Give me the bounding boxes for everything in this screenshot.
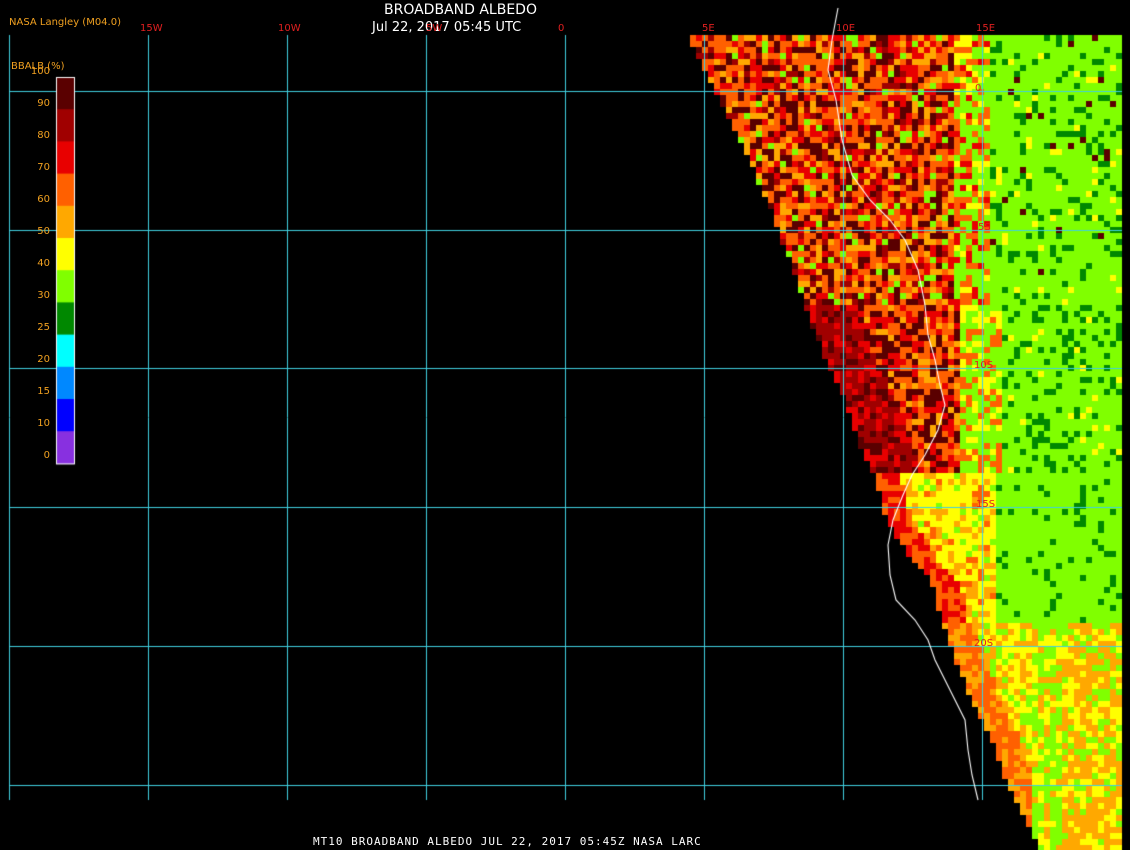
org-label: NASA Langley (M04.0) <box>9 17 121 28</box>
colorbar-tick-label: 60 <box>37 194 50 205</box>
longitude-label: 15W <box>140 23 163 34</box>
colorbar-tick-label: 50 <box>37 226 50 237</box>
latitude-label: 0 <box>975 83 982 94</box>
map-title: BROADBAND ALBEDO <box>384 2 537 18</box>
latitude-label: 10S <box>974 360 994 371</box>
colorbar-tick-label: 15 <box>37 386 50 397</box>
colorbar-tick-label: 30 <box>37 290 50 301</box>
latitude-label: 5S <box>978 222 991 233</box>
map-datetime: Jul 22, 2017 05:45 UTC <box>372 20 522 35</box>
longitude-label: 5E <box>702 23 715 34</box>
latitude-label: 15S <box>976 499 996 510</box>
colorbar-tick-label: 80 <box>37 130 50 141</box>
colorbar-tick-label: 90 <box>37 98 50 109</box>
colorbar-tick-label: 100 <box>30 66 50 77</box>
longitude-label: 15E <box>976 23 996 34</box>
longitude-label: 5W <box>426 23 443 34</box>
colorbar-tick-label: 70 <box>37 162 50 173</box>
footer-caption: MT10 BROADBAND ALBEDO JUL 22, 2017 05:45… <box>313 835 702 848</box>
longitude-label: 10W <box>278 23 301 34</box>
colorbar-tick-label: 25 <box>37 322 50 333</box>
colorbar-tick-label: 20 <box>37 354 50 365</box>
albedo-map-canvas <box>0 0 1130 850</box>
longitude-label: 0 <box>558 23 565 34</box>
colorbar-tick-label: 0 <box>43 450 50 461</box>
longitude-label: 10E <box>836 23 856 34</box>
colorbar-tick-label: 10 <box>37 418 50 429</box>
latitude-label: 20S <box>974 638 994 649</box>
colorbar-tick-label: 40 <box>37 258 50 269</box>
